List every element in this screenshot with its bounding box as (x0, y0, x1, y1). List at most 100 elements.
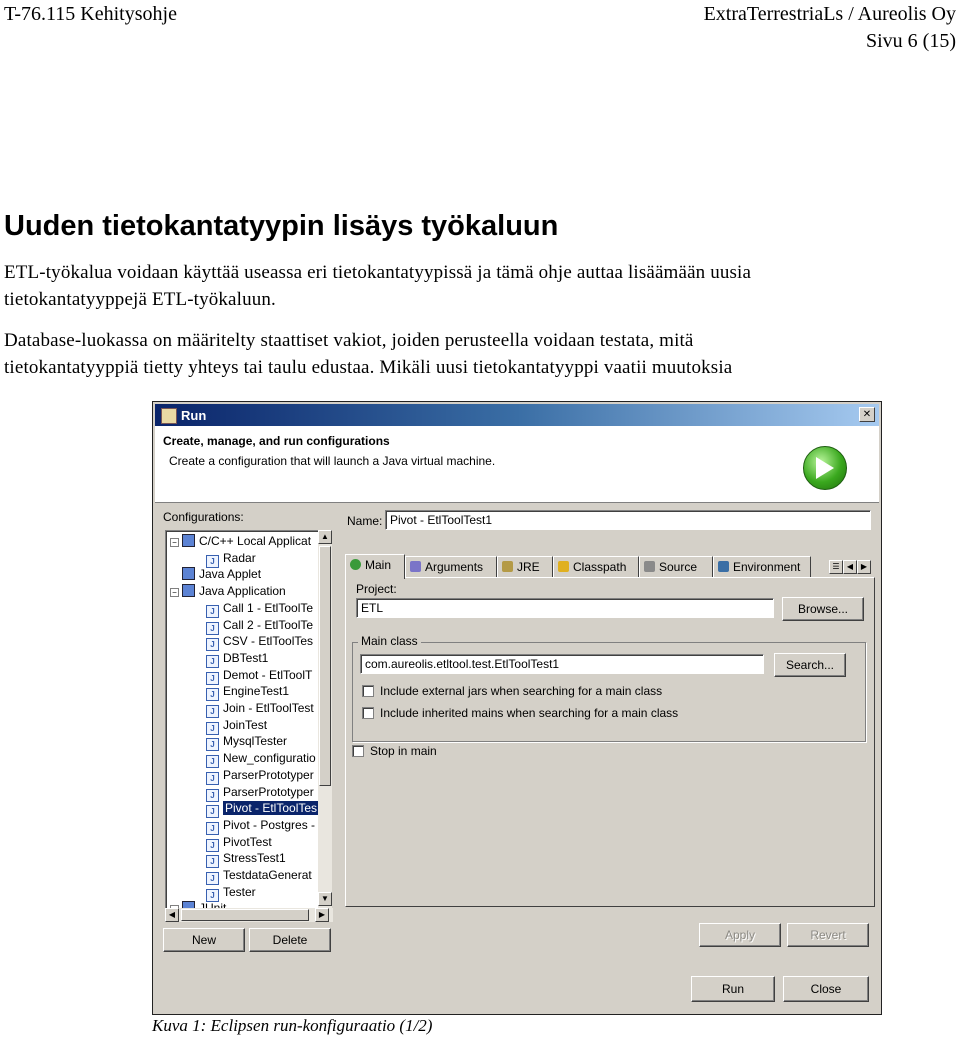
apply-button[interactable]: Apply (699, 923, 781, 947)
new-button[interactable]: New (163, 928, 245, 952)
tree-item[interactable]: J ParserPrototyper (206, 767, 314, 785)
tree-item-label: TestdataGenerat (223, 868, 312, 882)
tree-item-label: CSV - EtlToolTes (223, 634, 314, 649)
scroll-left-icon[interactable]: ◀ (165, 908, 179, 922)
tree-item[interactable]: J DBTest1 (206, 650, 269, 668)
dialog-titlebar: Run ✕ (155, 404, 879, 426)
paragraph-2-line-2: tietokantatyyppiä tietty yhteys tai taul… (4, 357, 733, 378)
tab-classpath[interactable]: Classpath (553, 556, 639, 578)
collapse-icon[interactable]: − (170, 588, 179, 598)
inherited-mains-checkbox[interactable] (362, 707, 374, 719)
tree-item[interactable]: Java Applet (170, 566, 261, 583)
project-label: Project: (356, 582, 397, 596)
tree-item-label: DBTest1 (223, 650, 269, 665)
tab-source[interactable]: Source (639, 556, 713, 578)
tree-item-label: ParserPrototyper (223, 784, 314, 799)
tree-item-label: Call 1 - EtlToolTe (223, 600, 314, 615)
stop-in-main-checkbox[interactable] (352, 745, 364, 757)
tree-item-label: Call 2 - EtlToolTe (223, 617, 314, 632)
page-number: Sivu 6 (15) (866, 30, 956, 52)
tree-item[interactable]: J CSV - EtlToolTes (206, 633, 314, 652)
banner-title: Create, manage, and run configurations (163, 434, 390, 448)
tree-item-label: Tester (223, 884, 256, 899)
configurations-label: Configurations: (163, 510, 244, 524)
tree-item[interactable]: J ParserPrototyper (206, 784, 314, 802)
hscroll-thumb[interactable] (181, 909, 309, 921)
scroll-right-icon[interactable]: ▶ (315, 908, 329, 922)
tree-item[interactable]: J Pivot - Postgres - (206, 817, 316, 835)
paragraph-1-line-1: ETL-työkalua voidaan käyttää useassa eri… (4, 262, 752, 283)
run-button[interactable]: Run (691, 976, 775, 1002)
tree-item[interactable]: J PivotTest (206, 834, 272, 852)
tree-item[interactable]: J Demot - EtlToolT (206, 667, 313, 685)
browse-button[interactable]: Browse... (782, 597, 864, 621)
tree-item[interactable]: J MysqlTester (206, 733, 287, 752)
tree-item-label: Pivot - EtlToolTes (223, 801, 320, 816)
tab-list-icon[interactable]: ☰ (829, 560, 843, 574)
tree-item[interactable]: J TestdataGenerat (206, 867, 312, 885)
tree-item[interactable]: J StressTest1 (206, 850, 286, 869)
eclipse-icon (161, 408, 177, 424)
launch-type-icon (182, 567, 195, 581)
scroll-thumb[interactable] (319, 546, 331, 786)
tab-jre[interactable]: JRE (497, 556, 553, 578)
run-dialog-screenshot: Run ✕ Create, manage, and run configurat… (152, 401, 882, 1015)
tree-item-label: New_configuratio (223, 751, 316, 766)
tree-item[interactable]: J Call 1 - EtlToolTe (206, 600, 314, 618)
tree-item-label: C/C++ Local Applicat (199, 534, 312, 548)
tree-item[interactable]: J Radar (206, 550, 256, 568)
document-code: T-76.115 Kehitysohje (4, 3, 177, 25)
tab-scroll-left-icon[interactable]: ◀ (843, 560, 857, 574)
collapse-icon[interactable]: − (170, 538, 179, 547)
tree-item-label: Radar (223, 550, 256, 565)
tree-item[interactable]: − Java Application (170, 583, 286, 600)
tree-item-label: EngineTest1 (223, 684, 290, 699)
tree-item[interactable]: J Call 2 - EtlToolTe (206, 617, 314, 635)
tab-main[interactable]: Main (345, 554, 405, 579)
run-play-icon (816, 457, 834, 479)
name-label: Name: (347, 514, 383, 528)
tree-vertical-scrollbar[interactable]: ▲ ▼ (318, 530, 332, 908)
tree-item-label: Pivot - Postgres - (223, 817, 316, 832)
tree-item[interactable]: J New_configuratio (206, 750, 316, 769)
inherited-mains-label: Include inherited mains when searching f… (380, 706, 679, 720)
paragraph-1: ETL-työkalua voidaan käyttää useassa eri… (4, 259, 751, 313)
scroll-down-icon[interactable]: ▼ (318, 892, 332, 906)
tree-item-label: ParserPrototyper (223, 767, 314, 782)
search-button[interactable]: Search... (774, 653, 846, 677)
tree-item[interactable]: J Join - EtlToolTest (206, 700, 314, 718)
tree-item-label: Java Application (199, 584, 286, 599)
launch-type-icon (182, 534, 195, 547)
close-icon[interactable]: ✕ (859, 407, 875, 422)
tab-arguments[interactable]: Arguments (405, 556, 497, 578)
tree-item[interactable]: J Pivot - EtlToolTes (206, 800, 320, 819)
delete-button[interactable]: Delete (249, 928, 331, 952)
launch-type-icon (182, 584, 195, 598)
close-button[interactable]: Close (783, 976, 869, 1002)
config-tabs: Main Arguments JRE Classpath Source Envi… (345, 554, 875, 579)
main-tab-panel: Project: ETL Browse... Main class com.au… (345, 577, 875, 907)
tree-item-label: JoinTest (223, 717, 268, 732)
tab-scroll-right-icon[interactable]: ▶ (857, 560, 871, 574)
tree-item[interactable]: J JoinTest (206, 717, 268, 735)
tree-item-label: Java Applet (199, 567, 262, 582)
tree-item-label: Demot - EtlToolT (223, 667, 313, 682)
scroll-up-icon[interactable]: ▲ (318, 530, 332, 544)
tree-item-label: StressTest1 (223, 851, 286, 866)
paragraph-1-line-2: tietokantatyyppejä ETL-työkaluun. (4, 289, 276, 310)
external-jars-checkbox[interactable] (362, 685, 374, 697)
tree-item-label: PivotTest (223, 834, 272, 849)
tree-item[interactable]: J Tester (206, 884, 256, 902)
tree-horizontal-scrollbar[interactable]: ◀ ▶ (165, 908, 333, 922)
external-jars-label: Include external jars when searching for… (380, 684, 663, 698)
main-class-field[interactable]: com.aureolis.etltool.test.EtlToolTest1 (360, 654, 764, 674)
tree-item[interactable]: − C/C++ Local Applicat (170, 533, 311, 550)
revert-button[interactable]: Revert (787, 923, 869, 947)
tab-environment[interactable]: Environment (713, 556, 811, 578)
banner-description: Create a configuration that will launch … (169, 454, 496, 468)
name-field[interactable]: Pivot - EtlToolTest1 (385, 510, 871, 530)
project-field[interactable]: ETL (356, 598, 774, 618)
tree-item[interactable]: J EngineTest1 (206, 683, 290, 702)
dialog-title: Run (181, 408, 207, 423)
configurations-tree[interactable]: − C/C++ Local Applicat J Radar Java Applet − J… (165, 530, 331, 910)
